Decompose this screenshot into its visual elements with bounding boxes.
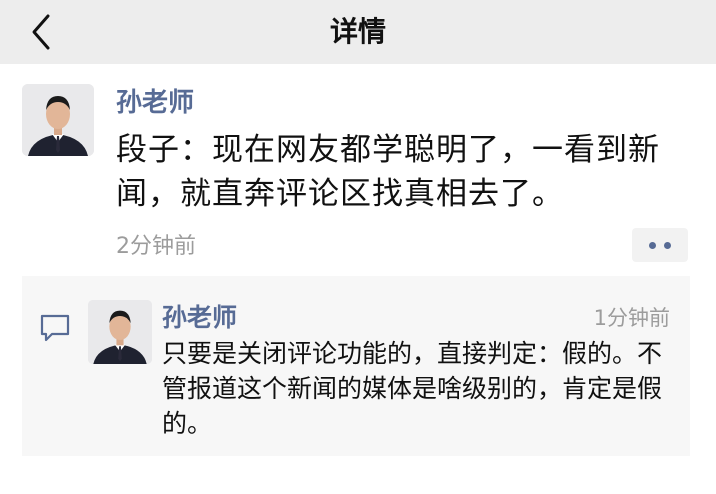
post-timestamp: 2分钟前	[116, 234, 196, 259]
comment-timestamp: 1分钟前	[593, 306, 670, 330]
top-bar: 详情	[0, 0, 716, 64]
avatar-image	[22, 84, 94, 156]
post-text: 段子：现在网友都学聪明了，一看到新闻，就直奔评论区找真相去了。	[116, 132, 660, 212]
comment-section: 孙老师 1分钟前 只要是关闭评论功能的，直接判定：假的。不管报道这个新闻的媒体是…	[22, 276, 690, 456]
comment-avatar[interactable]	[88, 300, 152, 364]
more-button[interactable]	[632, 228, 688, 262]
comment-author-name[interactable]: 孙老师	[162, 298, 237, 334]
comment-bubble-icon	[38, 310, 72, 344]
ellipsis-icon	[664, 242, 671, 249]
avatar[interactable]	[22, 84, 94, 156]
comment-text[interactable]: 只要是关闭评论功能的，直接判定：假的。不管报道这个新闻的媒体是啥级别的，肯定是假…	[162, 336, 672, 441]
page-title: 详情	[329, 15, 386, 48]
ellipsis-icon	[649, 242, 656, 249]
avatar-image	[88, 300, 152, 364]
post-author-name[interactable]: 孙老师	[116, 82, 194, 119]
